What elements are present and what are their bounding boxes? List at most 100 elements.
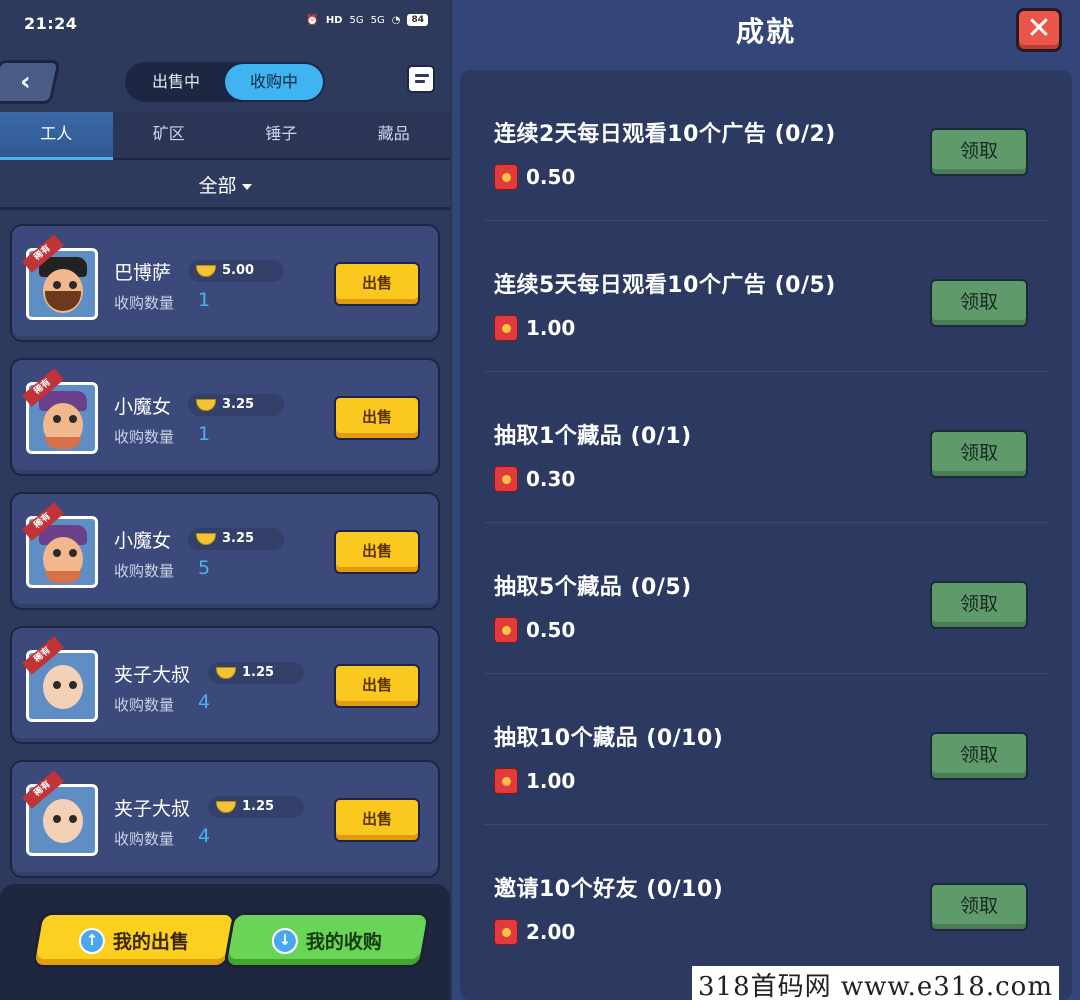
item-name: 夹子大叔 (114, 664, 191, 686)
close-button[interactable]: ✕ (1016, 8, 1062, 52)
qty-label: 收购数量 (114, 428, 175, 446)
my-sales-button[interactable]: ↑ 我的出售 (31, 912, 237, 968)
alarm-icon: ⏰ (306, 14, 319, 26)
sell-button[interactable]: 出售 (334, 262, 420, 306)
my-purchases-button[interactable]: ↓ 我的收购 (223, 912, 431, 968)
red-packet-icon (494, 919, 518, 945)
page-title: 成就 (735, 15, 796, 48)
item-name: 小魔女 (114, 530, 172, 552)
item-price: 5.00 (188, 260, 285, 282)
list-item: 稀有 夹子大叔 1.25 收购数量 4 出售 (10, 760, 440, 878)
claim-button[interactable]: 领取 (930, 732, 1028, 780)
red-packet-icon (494, 315, 518, 341)
arrow-down-icon: ↓ (271, 927, 298, 953)
gold-ingot-icon (216, 666, 236, 679)
gold-ingot-icon (196, 264, 216, 277)
claim-button[interactable]: 领取 (930, 430, 1028, 478)
filter-dropdown[interactable]: 全部 (0, 162, 450, 210)
task-text: 抽取1个藏品 (0/1) (494, 424, 692, 449)
tab-mines[interactable]: 矿区 (113, 112, 226, 158)
task-text: 抽取10个藏品 (0/10) (494, 726, 724, 751)
sell-button[interactable]: 出售 (334, 396, 420, 440)
signal-icon: 5G (349, 14, 364, 26)
item-price: 1.25 (208, 662, 305, 684)
reward-value: 2.00 (526, 920, 576, 944)
sell-button[interactable]: 出售 (334, 664, 420, 708)
tab-workers[interactable]: 工人 (0, 112, 113, 160)
price-value: 3.25 (222, 531, 255, 546)
filter-label: 全部 (198, 175, 237, 197)
qty-value: 1 (198, 289, 211, 311)
claim-button[interactable]: 领取 (930, 279, 1028, 327)
qty-value: 4 (198, 691, 211, 713)
price-value: 1.25 (242, 665, 275, 680)
back-button[interactable]: ‹ (0, 60, 61, 104)
chevron-left-icon: ‹ (19, 67, 31, 97)
qty-label: 收购数量 (114, 696, 175, 714)
sell-button[interactable]: 出售 (334, 798, 420, 842)
reward: 1.00 (494, 315, 575, 341)
menu-icon[interactable] (407, 65, 435, 93)
qty-value: 4 (198, 825, 211, 847)
claim-button[interactable]: 领取 (930, 883, 1028, 931)
red-packet-icon (494, 466, 518, 492)
item-name: 夹子大叔 (114, 798, 191, 820)
item-price: 1.25 (208, 796, 305, 818)
watermark: 318首码网 www.e318.com (692, 966, 1059, 1000)
list-item: 稀有 小魔女 3.25 收购数量 5 出售 (10, 492, 440, 610)
price-value: 1.25 (242, 799, 275, 814)
caret-down-icon (241, 183, 252, 190)
red-packet-icon (494, 617, 518, 643)
item-name: 巴博萨 (114, 262, 172, 284)
my-sales-label: 我的出售 (112, 930, 189, 953)
status-time: 21:24 (24, 14, 78, 33)
task-text: 连续2天每日观看10个广告 (0/2) (494, 122, 836, 147)
gold-ingot-icon (196, 532, 216, 545)
battery-icon: 84 (407, 14, 428, 26)
achievement-list: 连续2天每日观看10个广告 (0/2) 0.50 领取 连续5天每日观看10个广… (460, 70, 1072, 1000)
list-item: 稀有 小魔女 3.25 收购数量 1 出售 (10, 358, 440, 476)
reward-value: 0.50 (526, 618, 576, 642)
reward-value: 1.00 (526, 769, 576, 793)
price-value: 5.00 (222, 263, 255, 278)
tab-hammers[interactable]: 锤子 (225, 112, 338, 158)
task-text: 邀请10个好友 (0/10) (494, 877, 724, 902)
achievement-row: 抽取10个藏品 (0/10) 1.00 领取 (484, 674, 1048, 825)
item-price: 3.25 (188, 528, 285, 550)
qty-value: 5 (198, 557, 211, 579)
task-text: 抽取5个藏品 (0/5) (494, 575, 692, 600)
reward-value: 1.00 (526, 316, 576, 340)
qty-label: 收购数量 (114, 294, 175, 312)
screen: 21:24 ⏰ HD 5G 5G ◔ 84 ‹ 出售中 收购中 工人 矿区 锤子… (0, 0, 1080, 1000)
toggle-buying[interactable]: 收购中 (225, 64, 323, 100)
reward: 0.50 (494, 164, 575, 190)
task-text: 连续5天每日观看10个广告 (0/5) (494, 273, 836, 298)
item-name: 小魔女 (114, 396, 172, 418)
reward-value: 0.30 (526, 467, 576, 491)
qty-label: 收购数量 (114, 562, 175, 580)
qty-value: 1 (198, 423, 211, 445)
claim-button[interactable]: 领取 (930, 581, 1028, 629)
reward-value: 0.50 (526, 165, 576, 189)
qty-label: 收购数量 (114, 830, 175, 848)
claim-button[interactable]: 领取 (930, 128, 1028, 176)
reward: 2.00 (494, 919, 575, 945)
price-value: 3.25 (222, 397, 255, 412)
my-purchases-label: 我的收购 (305, 930, 382, 953)
list-item: 稀有 巴博萨 5.00 收购数量 1 出售 (10, 224, 440, 342)
achievement-row: 抽取1个藏品 (0/1) 0.30 领取 (484, 372, 1048, 523)
toggle-selling[interactable]: 出售中 (127, 64, 225, 100)
list-item: 稀有 夹子大叔 1.25 收购数量 4 出售 (10, 626, 440, 744)
achievements-panel: 成就 ✕ 连续2天每日观看10个广告 (0/2) 0.50 领取 连续5天每日观… (452, 0, 1080, 1000)
tab-collectibles[interactable]: 藏品 (338, 112, 451, 158)
status-icons: ⏰ HD 5G 5G ◔ 84 (306, 14, 428, 26)
bottom-bar: ↑ 我的出售 ↓ 我的收购 (0, 884, 450, 1000)
achievement-row: 抽取5个藏品 (0/5) 0.50 领取 (484, 523, 1048, 674)
reward: 1.00 (494, 768, 575, 794)
item-price: 3.25 (188, 394, 285, 416)
market-panel: 21:24 ⏰ HD 5G 5G ◔ 84 ‹ 出售中 收购中 工人 矿区 锤子… (0, 0, 450, 1000)
wifi-icon: ◔ (391, 14, 401, 26)
item-list: 稀有 巴博萨 5.00 收购数量 1 出售 稀有 小魔女 3.25 收购数量 1… (0, 214, 450, 880)
sell-button[interactable]: 出售 (334, 530, 420, 574)
arrow-up-icon: ↑ (78, 927, 105, 953)
